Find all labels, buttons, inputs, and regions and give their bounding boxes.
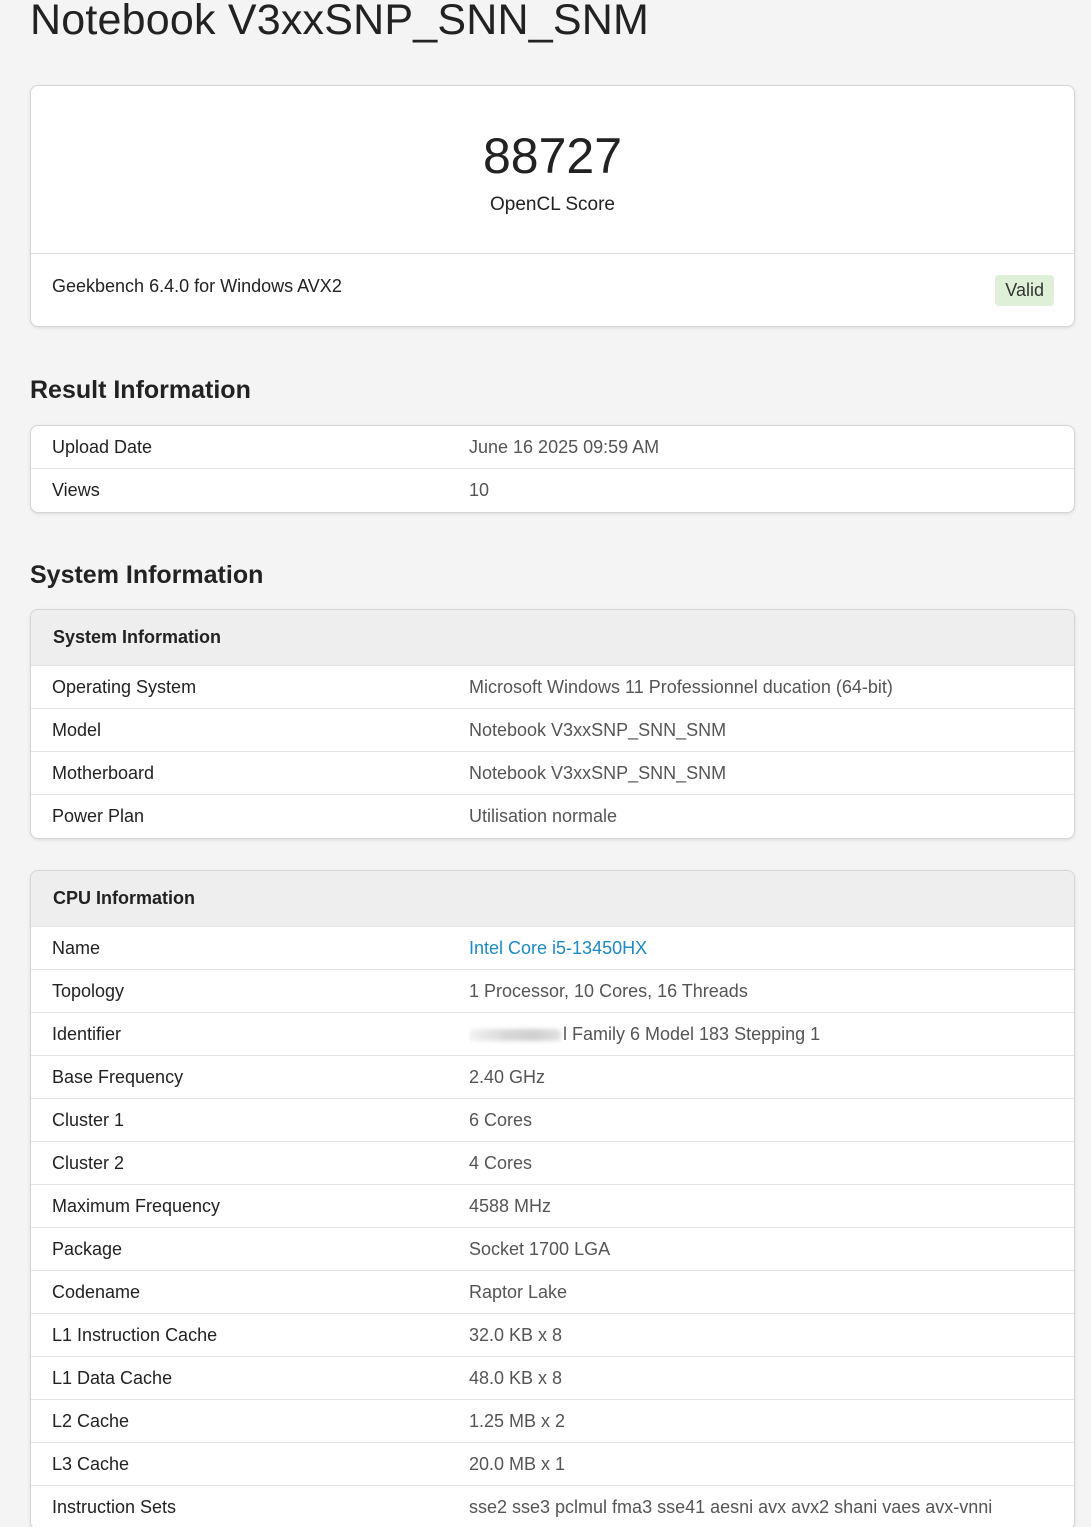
row-key: Model [52,719,102,740]
result-information-heading: Result Information [30,376,251,404]
score-card: 88727 OpenCL Score Geekbench 6.4.0 for W… [30,85,1075,327]
row-value: Raptor Lake [469,1281,568,1302]
row-key: Topology [52,980,125,1001]
row-key: Upload Date [52,436,153,457]
table-row: Cluster 1 6 Cores [31,1099,1074,1142]
table-row: L1 Data Cache 48.0 KB x 8 [31,1357,1074,1400]
table-row: Base Frequency 2.40 GHz [31,1056,1074,1099]
row-key: Cluster 1 [52,1109,125,1130]
row-key: Base Frequency [52,1066,184,1087]
row-key: Motherboard [52,762,155,783]
row-key: Views [52,480,100,500]
valid-badge: Valid [995,275,1054,306]
row-key: Cluster 2 [52,1152,125,1173]
identifier-value: l Family 6 Model 183 Stepping 1 [563,1023,821,1044]
row-value: Notebook V3xxSNP_SNN_SNM [469,719,727,740]
row-value: Socket 1700 LGA [469,1238,611,1259]
opencl-score-value: 88727 [482,128,623,184]
row-value: 10 [469,480,490,500]
row-key: Name [52,937,101,958]
row-value: 2.40 GHz [469,1066,546,1087]
row-value: 32.0 KB x 8 [469,1324,563,1345]
row-value: sse2 sse3 pclmul fma3 sse41 aesni avx av… [469,1497,993,1517]
table-row: Maximum Frequency 4588 MHz [31,1185,1074,1228]
table-header: System Information [31,610,1074,666]
result-information-table: Upload Date June 16 2025 09:59 AM Views … [30,425,1075,513]
row-key: Instruction Sets [52,1497,177,1517]
opencl-score-label: OpenCL Score [490,194,615,215]
row-key: Codename [52,1281,141,1302]
table-row: L3 Cache 20.0 MB x 1 [31,1443,1074,1486]
row-key: L2 Cache [52,1410,130,1431]
row-value: 6 Cores [469,1109,533,1130]
row-key: Power Plan [52,806,145,826]
row-key: Identifier [52,1023,122,1044]
benchmark-version: Geekbench 6.4.0 for Windows AVX2 [52,276,342,296]
row-key: L1 Instruction Cache [52,1324,218,1345]
row-value: 48.0 KB x 8 [469,1367,563,1388]
table-row: Instruction Sets sse2 sse3 pclmul fma3 s… [31,1486,1074,1527]
table-row: Cluster 2 4 Cores [31,1142,1074,1185]
score-footer: Geekbench 6.4.0 for Windows AVX2 Valid [31,254,1074,326]
table-row: Name Intel Core i5-13450HX [31,927,1074,970]
row-value: 4 Cores [469,1152,533,1173]
row-key: L1 Data Cache [52,1367,173,1388]
blurred-text [469,1028,561,1041]
table-row: Topology 1 Processor, 10 Cores, 16 Threa… [31,970,1074,1013]
table-row: Package Socket 1700 LGA [31,1228,1074,1271]
table-row: L2 Cache 1.25 MB x 2 [31,1400,1074,1443]
row-value: l Family 6 Model 183 Stepping 1 [469,1024,1074,1045]
page: Notebook V3xxSNP_SNN_SNM 88727 OpenCL Sc… [0,0,1091,1527]
page-title: Notebook V3xxSNP_SNN_SNM [30,0,649,44]
table-row: Upload Date June 16 2025 09:59 AM [31,426,1074,469]
system-information-heading: System Information [30,561,264,589]
table-row: Motherboard Notebook V3xxSNP_SNN_SNM [31,752,1074,795]
row-value: 4588 MHz [469,1195,552,1216]
row-key: Operating System [52,676,197,697]
table-row: Power Plan Utilisation normale [31,795,1074,838]
row-value: Notebook V3xxSNP_SNN_SNM [469,762,727,783]
row-value: 20.0 MB x 1 [469,1453,566,1474]
system-information-table: System Information Operating System Micr… [30,609,1075,839]
table-row: Views 10 [31,469,1074,512]
score-summary: 88727 OpenCL Score [31,86,1074,254]
table-row: Operating System Microsoft Windows 11 Pr… [31,666,1074,709]
table-row: Model Notebook V3xxSNP_SNN_SNM [31,709,1074,752]
cpu-name-link[interactable]: Intel Core i5-13450HX [469,938,1074,959]
row-value: June 16 2025 09:59 AM [469,436,660,457]
row-value: 1.25 MB x 2 [469,1410,566,1431]
table-header: CPU Information [31,871,1074,927]
cpu-information-table: CPU Information Name Intel Core i5-13450… [30,870,1075,1527]
row-key: Maximum Frequency [52,1195,221,1216]
row-value: 1 Processor, 10 Cores, 16 Threads [469,980,748,1001]
table-row: Identifier l Family 6 Model 183 Stepping… [31,1013,1074,1056]
row-key: Package [52,1238,123,1259]
row-value: Utilisation normale [469,806,618,826]
row-value: Microsoft Windows 11 Professionnel ducat… [469,676,893,697]
row-key: L3 Cache [52,1453,130,1474]
table-row: Codename Raptor Lake [31,1271,1074,1314]
table-row: L1 Instruction Cache 32.0 KB x 8 [31,1314,1074,1357]
